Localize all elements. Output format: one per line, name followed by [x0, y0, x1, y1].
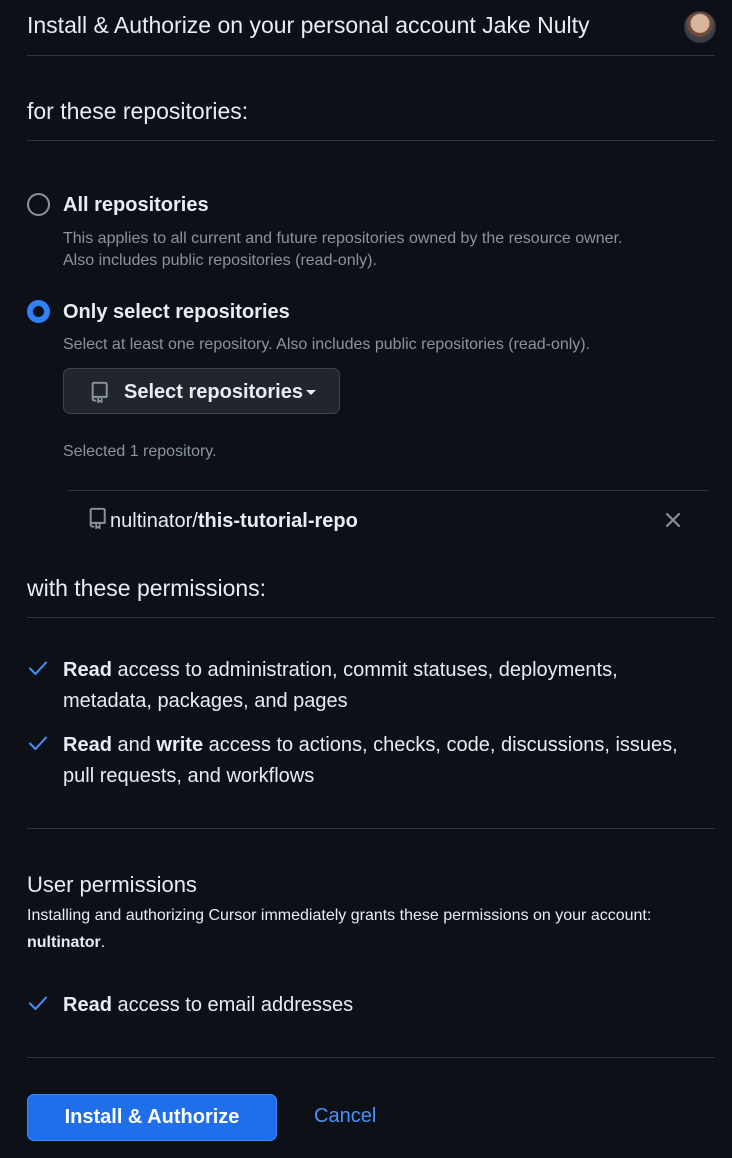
period: .: [100, 934, 106, 951]
repo-name: this-tutorial-repo: [197, 510, 358, 532]
all-repositories-label[interactable]: All repositories: [63, 194, 209, 217]
cancel-link[interactable]: Cancel: [314, 1105, 376, 1128]
user-permissions-title: User permissions: [27, 872, 197, 897]
install-authorize-button[interactable]: Install & Authorize: [27, 1094, 277, 1141]
check-icon: [27, 992, 49, 1019]
permission-mid: and: [111, 734, 157, 756]
user-permissions-desc-text: Installing and authorizing Cursor immedi…: [27, 907, 652, 924]
selected-repo-name: nultinator/this-tutorial-repo: [110, 510, 358, 533]
permission-text: Read and write access to actions, checks…: [63, 730, 693, 792]
repo-owner: nultinator/: [110, 510, 198, 532]
permission-text: Read access to email addresses: [63, 990, 693, 1021]
select-repositories-description: Select at least one repository. Also inc…: [63, 336, 591, 353]
divider: [27, 1057, 715, 1058]
permissions-section-title: with these permissions:: [27, 575, 267, 601]
divider: [27, 55, 715, 56]
permission-strong: Read: [63, 734, 112, 756]
permission-rest: access to email addresses: [111, 994, 354, 1016]
account-name: nultinator: [27, 934, 101, 951]
all-repositories-radio[interactable]: [27, 193, 50, 216]
selected-count: Selected 1 repository.: [63, 443, 217, 460]
remove-repo-close-icon[interactable]: [662, 509, 684, 531]
permission-strong: Read: [63, 994, 112, 1016]
select-repositories-radio[interactable]: [27, 300, 50, 323]
all-repositories-desc-line2: Also includes public repositories (read-…: [63, 252, 377, 269]
permission-strong: Read: [63, 659, 112, 681]
check-icon: [27, 732, 49, 759]
selected-repo-row: nultinator/this-tutorial-repo: [68, 490, 708, 551]
permission-rest: access to administration, commit statuse…: [63, 659, 618, 712]
caret-down-icon: [306, 390, 316, 395]
all-repositories-description: This applies to all current and future r…: [63, 228, 713, 272]
check-icon: [27, 657, 49, 684]
select-repositories-button[interactable]: Select repositories: [63, 368, 340, 414]
repositories-section-title: for these repositories:: [27, 98, 249, 124]
permission-text: Read access to administration, commit st…: [63, 655, 693, 717]
page-title: Install & Authorize on your personal acc…: [27, 12, 590, 38]
divider: [27, 617, 715, 618]
select-repositories-button-label: Select repositories: [124, 381, 303, 403]
select-repositories-label[interactable]: Only select repositories: [63, 301, 290, 324]
user-permissions-description: Installing and authorizing Cursor immedi…: [27, 902, 687, 956]
repo-icon: [90, 381, 110, 408]
permission-strong: write: [156, 734, 204, 756]
divider: [27, 140, 715, 141]
repo-icon: [88, 507, 108, 534]
divider: [27, 828, 715, 829]
all-repositories-desc-line1: This applies to all current and future r…: [63, 230, 623, 247]
avatar[interactable]: [684, 11, 716, 43]
